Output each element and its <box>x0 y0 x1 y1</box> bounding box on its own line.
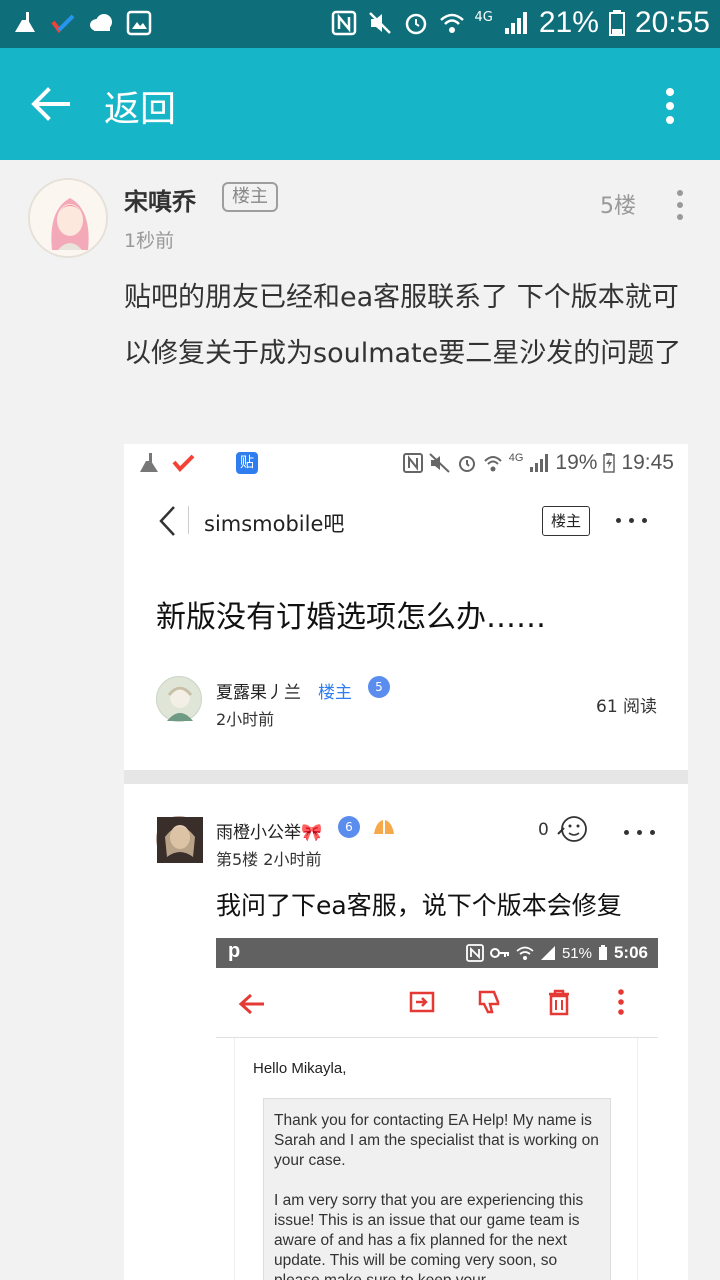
forum-name[interactable]: simsmobile吧 <box>204 508 344 538</box>
mute-icon <box>429 453 450 473</box>
cloud-icon <box>90 14 112 31</box>
nfc-icon <box>402 453 423 473</box>
owner-badge: 楼主 <box>222 182 278 212</box>
nfc-icon <box>331 10 356 36</box>
network-type-label: 4G <box>508 452 524 464</box>
cleaner-icon <box>15 12 35 32</box>
hands-badge-icon <box>374 820 394 834</box>
clock: 19:45 <box>621 451 674 474</box>
signal-icon <box>540 946 555 960</box>
username[interactable]: 宋嗔乔 <box>124 182 196 217</box>
level-badge-icon: 5 <box>368 676 390 698</box>
reply-more-dots-icon[interactable] <box>624 830 655 835</box>
email-toolbar <box>216 968 658 1038</box>
carrier-label: p <box>228 940 241 962</box>
avatar-illustration-icon <box>167 686 193 721</box>
email-status-bar: p 51% 5:06 <box>216 938 658 968</box>
op-avatar[interactable] <box>156 676 202 722</box>
post-body-text: 贴吧的朋友已经和ea客服联系了 下个版本就可以修复关于成为soulmate要二星… <box>124 282 682 369</box>
app-check-icon <box>172 454 195 472</box>
reply-username[interactable]: 雨橙小公举🎀 <box>216 818 322 843</box>
key-icon <box>489 948 509 958</box>
clock: 5:06 <box>613 943 648 962</box>
nfc-icon <box>466 944 484 962</box>
battery-charging-icon <box>603 453 616 473</box>
signal-icon <box>530 454 549 472</box>
more-dots-icon[interactable] <box>616 518 647 523</box>
battery-percent: 51% <box>561 944 592 962</box>
gallery-icon <box>126 10 152 36</box>
overflow-menu-icon[interactable] <box>664 84 676 124</box>
post-image[interactable]: 贴 4G 19% 19:45 simsmobile吧 楼主 新版没有订婚选项怎么… <box>124 444 688 1280</box>
level-badge-icon: 6 <box>338 816 360 838</box>
op-username[interactable]: 夏露果丿兰 <box>216 678 301 703</box>
post-card: 宋嗔乔 楼主 1秒前 5楼 贴吧的朋友已经和ea客服联系了 下个版本就可以修复关… <box>0 160 720 1280</box>
wifi-icon <box>516 946 534 960</box>
clock: 20:55 <box>634 6 710 39</box>
mute-icon <box>368 12 391 34</box>
tieba-app-icon: 贴 <box>236 452 258 474</box>
email-paragraph: I am very sorry that you are experiencin… <box>274 1192 584 1280</box>
battery-percent: 19% <box>555 451 598 474</box>
reply-avatar[interactable] <box>156 816 203 863</box>
status-bar: 4G 21% 20:55 <box>0 0 720 48</box>
back-arrow-icon[interactable] <box>28 82 72 126</box>
op-owner-tag: 楼主 <box>318 683 352 703</box>
email-paragraph: Thank you for contacting EA Help! My nam… <box>274 1112 599 1169</box>
signal-icon <box>504 12 527 34</box>
alarm-icon <box>405 13 426 35</box>
reply-text: 我问了下ea客服，说下个版本会修复 <box>216 891 622 920</box>
email-screenshot[interactable]: p 51% 5:06 Hello Mikayla, Thank you for … <box>216 938 658 1280</box>
thread-title: 新版没有订婚选项怎么办…… <box>156 600 546 635</box>
back-label[interactable]: 返回 <box>104 80 176 132</box>
owner-only-button[interactable]: 楼主 <box>542 506 590 536</box>
alarm-icon <box>458 456 475 472</box>
network-type-label: 4G <box>474 9 493 25</box>
email-body: Hello Mikayla, Thank you for contacting … <box>234 1038 638 1280</box>
wifi-icon <box>484 456 502 472</box>
section-divider <box>124 770 688 784</box>
anime-girl-avatar-icon <box>30 180 106 256</box>
embedded-status-bar: 贴 4G 19% 19:45 <box>124 444 688 484</box>
battery-icon <box>608 10 625 36</box>
like-count: 0 <box>538 820 549 840</box>
email-quoted-message: Thank you for contacting EA Help! My nam… <box>263 1098 611 1280</box>
embedded-nav-bar: simsmobile吧 楼主 <box>124 496 688 546</box>
email-greeting: Hello Mikayla, <box>253 1060 347 1077</box>
thumbs-down-icon[interactable] <box>476 988 504 1016</box>
chevron-left-icon[interactable] <box>156 504 180 538</box>
post-more-icon[interactable] <box>674 190 686 220</box>
battery-percent: 21% <box>538 6 599 39</box>
battery-icon <box>598 945 607 960</box>
trash-icon[interactable] <box>546 988 572 1016</box>
user-avatar[interactable] <box>28 178 108 258</box>
op-time: 2小时前 <box>216 710 275 729</box>
read-count: 61 阅读 <box>596 697 658 717</box>
app-bar: 返回 <box>0 48 720 160</box>
move-to-folder-icon[interactable] <box>408 988 436 1016</box>
like-face-icon[interactable] <box>556 814 590 844</box>
overflow-menu-icon[interactable] <box>616 988 626 1016</box>
floor-number: 5楼 <box>600 194 636 219</box>
avatar-photo-icon <box>157 817 203 863</box>
cleaner-icon <box>140 453 158 472</box>
post-time: 1秒前 <box>124 230 175 252</box>
reply-floor-time: 第5楼 2小时前 <box>216 850 322 869</box>
back-arrow-icon[interactable] <box>238 992 266 1016</box>
app-check-icon <box>51 14 75 34</box>
wifi-icon <box>439 13 464 33</box>
